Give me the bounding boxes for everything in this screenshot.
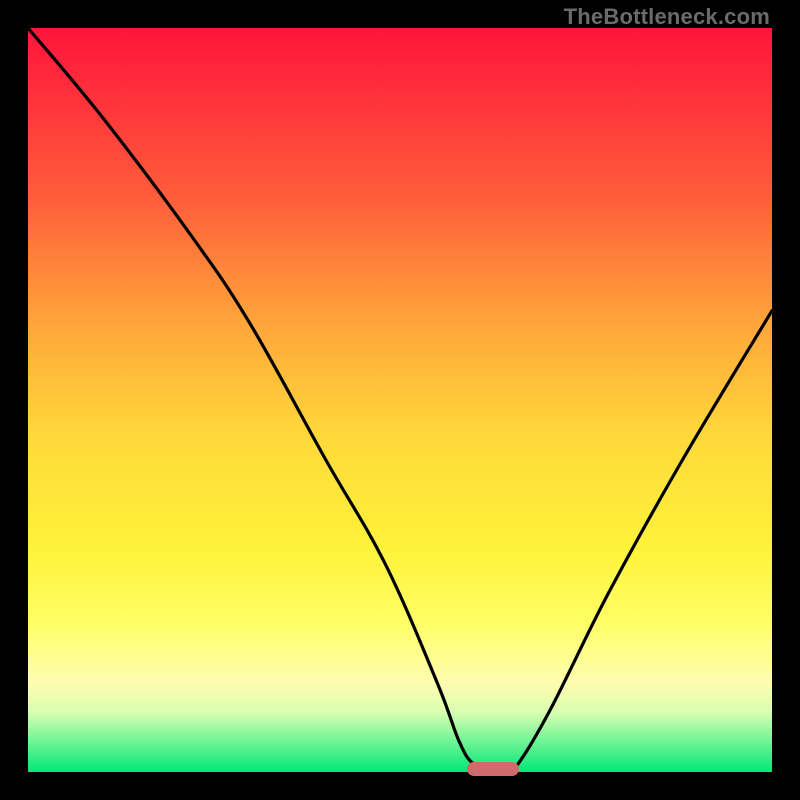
bottleneck-curve [28, 28, 772, 772]
watermark-text: TheBottleneck.com [564, 4, 770, 30]
chart-frame: TheBottleneck.com [0, 0, 800, 800]
optimal-marker [467, 762, 519, 776]
